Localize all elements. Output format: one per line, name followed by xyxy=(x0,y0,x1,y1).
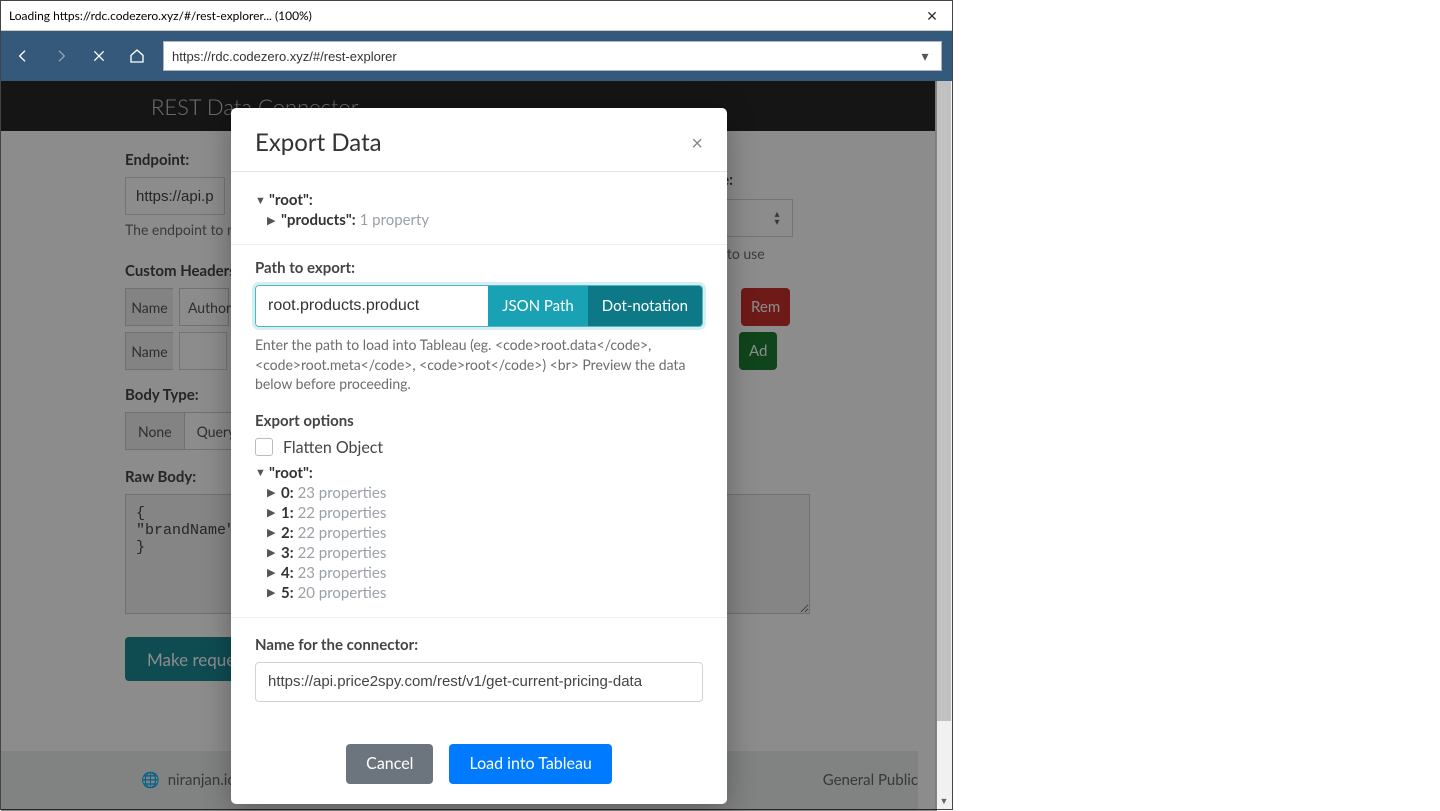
connector-name-input[interactable] xyxy=(255,662,703,702)
preview-item-key: 1: xyxy=(281,504,294,522)
load-into-tableau-button[interactable]: Load into Tableau xyxy=(449,744,611,784)
caret-right-icon[interactable]: ▶ xyxy=(267,546,277,559)
preview-tree-item[interactable]: ▶ 3: 22 properties xyxy=(267,543,703,563)
caret-right-icon[interactable]: ▶ xyxy=(267,486,277,499)
tab-dot-notation[interactable]: Dot-notation xyxy=(588,286,702,326)
preview-root[interactable]: ▼ "root": xyxy=(255,463,703,483)
preview-item-meta: 22 properties xyxy=(298,544,387,562)
preview-root-label: "root": xyxy=(269,464,313,482)
stop-button[interactable] xyxy=(87,44,111,68)
export-data-modal: Export Data × ▼ "root": ▶ "products": 1 … xyxy=(231,108,727,804)
preview-item-key: 5: xyxy=(281,584,294,602)
url-bar[interactable]: ▾ xyxy=(163,41,942,71)
tree-root[interactable]: ▼ "root": xyxy=(255,190,703,210)
flatten-label: Flatten Object xyxy=(283,438,383,457)
preview-item-meta: 20 properties xyxy=(298,584,387,602)
tree-products[interactable]: ▶ "products": 1 property xyxy=(267,210,703,230)
preview-item-meta: 23 properties xyxy=(298,564,387,582)
preview-tree: ▼ "root": ▶ 0: 23 properties ▶ 1: 22 proper… xyxy=(255,463,703,603)
path-help-text: Enter the path to load into Tableau (eg.… xyxy=(255,335,703,394)
preview-item-key: 2: xyxy=(281,524,294,542)
vertical-scrollbar[interactable]: ▼ xyxy=(935,81,952,809)
path-input[interactable] xyxy=(256,286,488,326)
path-input-group: JSON Path Dot-notation xyxy=(255,285,703,327)
window-close-button[interactable]: ✕ xyxy=(920,7,944,25)
scroll-down-icon[interactable]: ▼ xyxy=(936,792,952,809)
preview-tree-item[interactable]: ▶ 5: 20 properties xyxy=(267,583,703,603)
forward-button[interactable] xyxy=(49,44,73,68)
path-label: Path to export: xyxy=(255,259,703,277)
caret-down-icon[interactable]: ▼ xyxy=(255,194,265,207)
connector-name-label: Name for the connector: xyxy=(255,636,703,654)
url-input[interactable] xyxy=(172,49,917,64)
caret-down-icon[interactable]: ▼ xyxy=(255,466,265,479)
caret-right-icon[interactable]: ▶ xyxy=(267,566,277,579)
modal-close-button[interactable]: × xyxy=(691,131,703,155)
preview-item-key: 4: xyxy=(281,564,294,582)
window-title: Loading https://rdc.codezero.xyz/#/rest-… xyxy=(9,8,312,23)
browser-navbar: ▾ xyxy=(1,31,952,81)
titlebar: Loading https://rdc.codezero.xyz/#/rest-… xyxy=(1,1,952,31)
scroll-thumb[interactable] xyxy=(937,81,951,721)
modal-body: ▼ "root": ▶ "products": 1 property Path … xyxy=(231,172,727,804)
preview-tree-item[interactable]: ▶ 0: 23 properties xyxy=(267,483,703,503)
modal-footer: Cancel Load into Tableau xyxy=(255,730,703,784)
caret-right-icon[interactable]: ▶ xyxy=(267,526,277,539)
back-button[interactable] xyxy=(11,44,35,68)
preview-item-key: 3: xyxy=(281,544,294,562)
modal-title: Export Data xyxy=(255,128,382,157)
tree-products-meta: 1 property xyxy=(360,211,430,229)
preview-item-meta: 22 properties xyxy=(298,504,387,522)
caret-right-icon[interactable]: ▶ xyxy=(267,586,277,599)
tab-json-path[interactable]: JSON Path xyxy=(488,286,588,326)
url-dropdown-icon[interactable]: ▾ xyxy=(917,47,933,65)
divider xyxy=(231,244,727,245)
preview-item-key: 0: xyxy=(281,484,294,502)
caret-right-icon[interactable]: ▶ xyxy=(267,506,277,519)
tree-root-label: "root": xyxy=(269,191,313,209)
preview-tree-item[interactable]: ▶ 2: 22 properties xyxy=(267,523,703,543)
caret-right-icon[interactable]: ▶ xyxy=(267,214,277,227)
divider xyxy=(231,617,727,618)
modal-header: Export Data × xyxy=(231,108,727,172)
preview-item-meta: 22 properties xyxy=(298,524,387,542)
flatten-checkbox[interactable] xyxy=(255,438,273,456)
cancel-button[interactable]: Cancel xyxy=(346,744,433,784)
preview-tree-item[interactable]: ▶ 4: 23 properties xyxy=(267,563,703,583)
flatten-option[interactable]: Flatten Object xyxy=(255,438,703,457)
export-options-title: Export options xyxy=(255,412,703,430)
preview-tree-item[interactable]: ▶ 1: 22 properties xyxy=(267,503,703,523)
home-button[interactable] xyxy=(125,44,149,68)
preview-item-meta: 23 properties xyxy=(298,484,387,502)
tree-products-label: "products": xyxy=(281,211,356,229)
source-tree: ▼ "root": ▶ "products": 1 property xyxy=(255,190,703,230)
app-window: Loading https://rdc.codezero.xyz/#/rest-… xyxy=(0,0,953,810)
